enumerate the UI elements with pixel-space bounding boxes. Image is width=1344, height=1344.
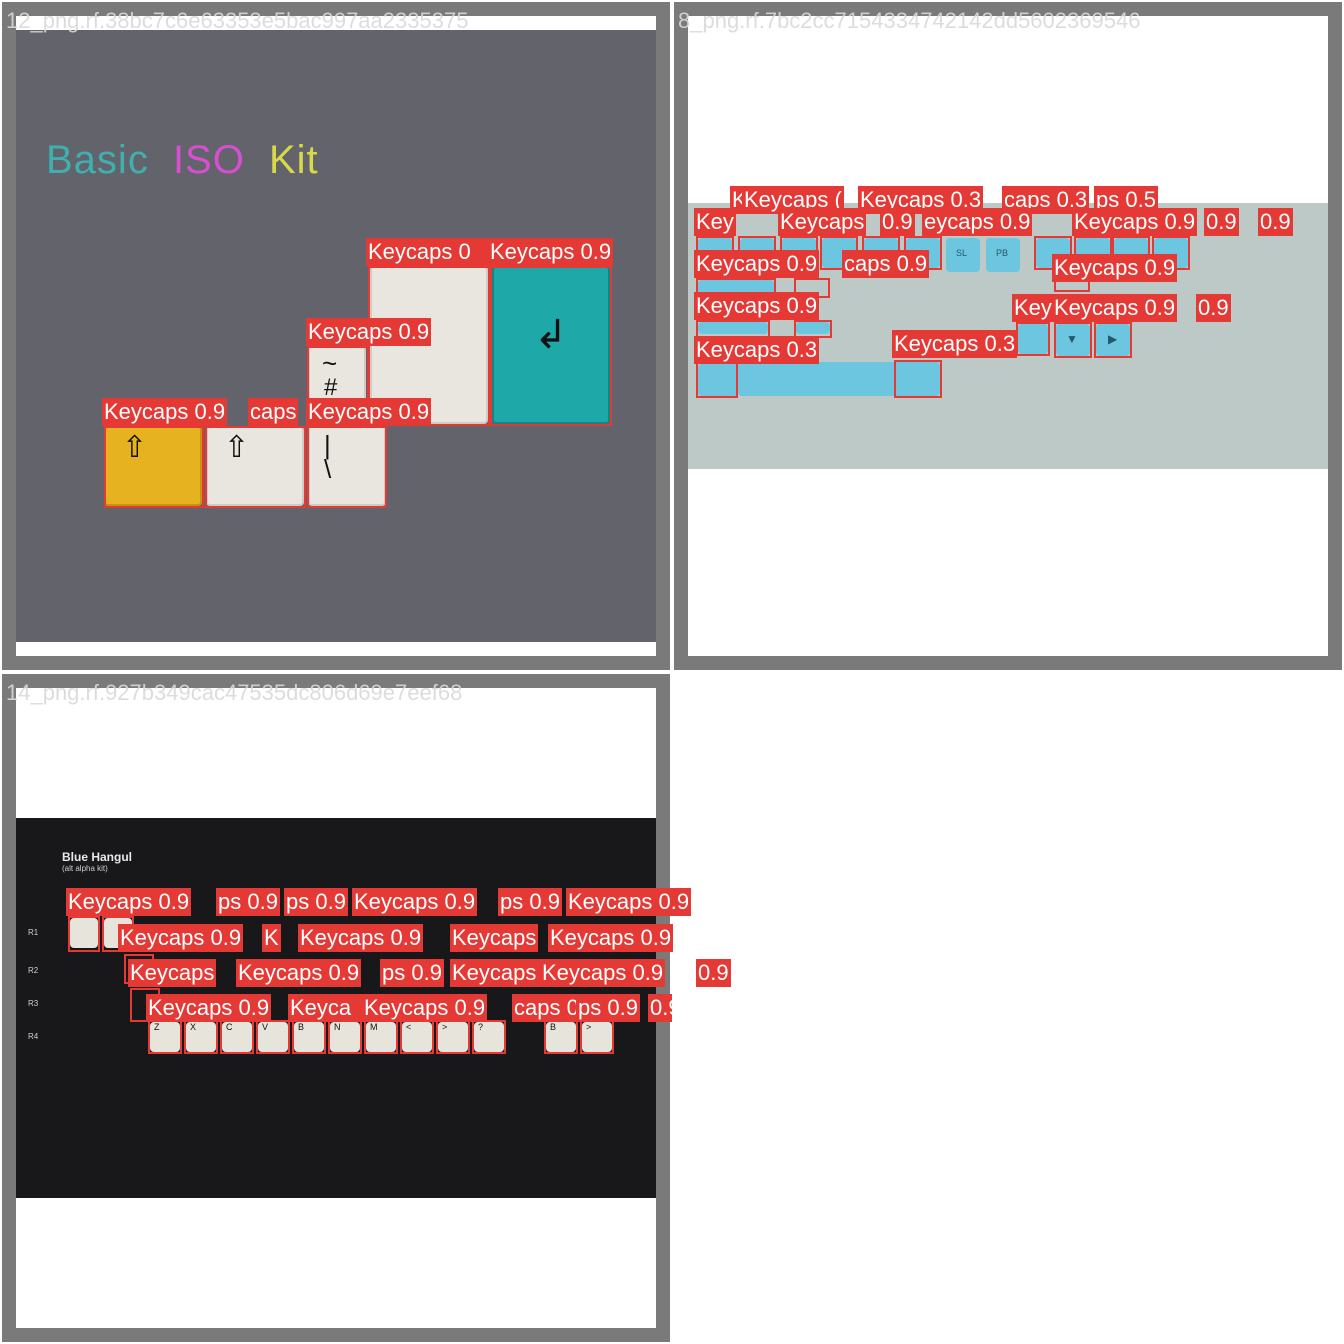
- detection-box: [1016, 322, 1050, 356]
- detection-box: [292, 1020, 326, 1054]
- detection-box: [894, 360, 942, 398]
- detection-label: ps 0.9: [380, 959, 444, 987]
- detection-label: ps 0.9: [284, 888, 348, 916]
- detection-box: [1094, 322, 1132, 358]
- detection-label: Keycaps 0.9: [566, 888, 692, 916]
- detection-label: Keycaps 0.9: [1052, 294, 1178, 322]
- detection-box: [328, 1020, 362, 1054]
- detection-box: [1054, 322, 1092, 358]
- detection-label: 0.9: [1196, 294, 1231, 322]
- detection-box: [148, 1020, 182, 1054]
- detection-label: Keycaps 0.9: [352, 888, 478, 916]
- detection-label: Keycaps 0.9: [118, 924, 244, 952]
- detection-label: ps 0.9: [216, 888, 280, 916]
- detection-box: [544, 1020, 578, 1054]
- kit-heading: Basic ISO Kit: [46, 138, 319, 183]
- detection-label: 0.9: [880, 208, 915, 236]
- key-legend-sl: SL: [956, 248, 968, 258]
- detection-label: Keycaps 0.9: [66, 888, 192, 916]
- detection-label: Keycaps 0.3: [694, 336, 820, 364]
- heading-word-basic: Basic: [46, 138, 149, 182]
- detection-label: Keycaps 0.9: [1072, 208, 1198, 236]
- detection-label: Keycaps 0.9: [306, 398, 432, 426]
- detection-label: Keycaps 0: [366, 238, 490, 266]
- detection-label: Keycaps 0.9: [694, 250, 820, 278]
- detection-box: [68, 916, 100, 952]
- detection-label: 0.9: [1204, 208, 1239, 236]
- mosaic-tile-2: SL PB ▼ ▶ K Keycaps ( Keycaps 0.3 caps 0…: [674, 2, 1342, 670]
- detection-box: [490, 266, 612, 426]
- detection-label: Keycaps 0.9: [488, 238, 614, 266]
- detection-label: Keycaps 0.9: [102, 398, 228, 426]
- detection-label: caps: [248, 398, 299, 426]
- detection-box: [436, 1020, 470, 1054]
- tile-2-title: 8_png.rf.7bc2cc7154334742142dd5602369546: [678, 8, 1141, 33]
- detection-box: [472, 1020, 506, 1054]
- detection-label: 0.9: [1258, 208, 1293, 236]
- row-label-r1: R1: [28, 928, 39, 937]
- detection-label: eycaps 0.9: [922, 208, 1033, 236]
- detection-label: Keycaps 0.9: [236, 959, 362, 987]
- detection-label: Key: [694, 208, 736, 236]
- kit-subtitle: (alt alpha kit): [62, 864, 108, 873]
- tile-3-title: 14_png.rf.927b349cac47535dc806d69e7eef68: [6, 680, 463, 705]
- detection-label: Keycaps 0.9: [298, 924, 424, 952]
- detection-label: 0.9: [696, 959, 731, 987]
- detection-box: [307, 426, 387, 508]
- detection-label: Key: [1012, 294, 1054, 322]
- row-label-r2: R2: [28, 966, 39, 975]
- detection-box: [580, 1020, 614, 1054]
- detection-label: Keycaps 0.9: [694, 292, 820, 320]
- detection-label: Keycaps 0.3: [892, 330, 1018, 358]
- detection-label: Keycaps 0.9: [362, 994, 488, 1022]
- detection-label: caps 0.9: [842, 250, 930, 278]
- detection-box: [256, 1020, 290, 1054]
- detection-box: [400, 1020, 434, 1054]
- detection-label: Keycaps: [128, 959, 217, 987]
- row-label-r4: R4: [28, 1032, 39, 1041]
- detection-label: Keycaps 0.9: [146, 994, 272, 1022]
- heading-word-iso: ISO: [172, 138, 245, 182]
- detection-label: Keycaps 0.9: [1052, 254, 1178, 282]
- detection-label: Keycaps 0.9: [548, 924, 674, 952]
- key-legend-pb: PB: [996, 248, 1009, 258]
- detection-box: [364, 1020, 398, 1054]
- detection-box: [104, 426, 204, 508]
- row-label-r3: R3: [28, 999, 39, 1008]
- detection-label: ps 0.9: [576, 994, 640, 1022]
- mosaic-tile-1: Basic ISO Kit ⇧ ⇧ | \ ~ # ↲ Keycaps 0.9 …: [2, 2, 670, 670]
- detection-label: Keycaps: [450, 959, 542, 987]
- detection-label: 0.9: [648, 994, 672, 1022]
- kit-title: Blue Hangul: [62, 850, 133, 864]
- detection-label: Keycaps: [450, 924, 539, 952]
- detection-label: Keyca: [288, 994, 366, 1022]
- detection-label: Keycaps: [778, 208, 867, 236]
- detection-label: ps 0.9: [498, 888, 562, 916]
- mosaic-tile-3: Blue Hangul (alt alpha kit) R1 R2 R3 R4 …: [2, 674, 731, 1342]
- detection-box: [184, 1020, 218, 1054]
- detection-label: K: [262, 924, 281, 952]
- detection-box: [220, 1020, 254, 1054]
- detection-label: Keycaps 0.9: [540, 959, 666, 987]
- detection-label: Keycaps 0.9: [306, 318, 432, 346]
- tile-1-title: 12_png.rf.38bc7c6e63353e5bac997aa2335375: [6, 8, 469, 33]
- detection-box: [696, 362, 738, 398]
- detection-box: [205, 426, 306, 508]
- heading-word-kit: Kit: [268, 138, 319, 182]
